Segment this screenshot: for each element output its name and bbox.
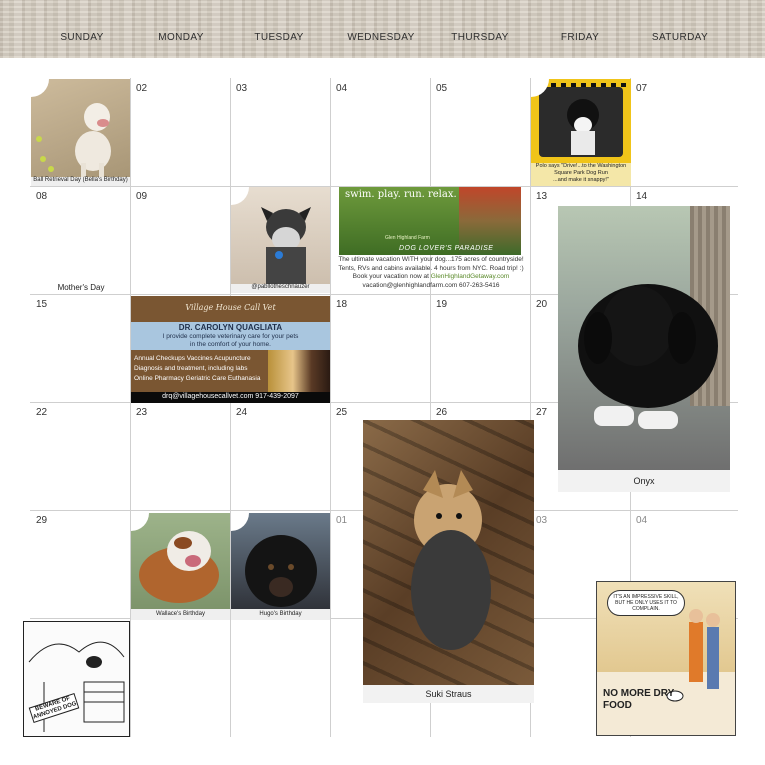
ad-vet-sub2: in the comfort of your home. xyxy=(190,341,271,348)
caption-06-line1: Polo says "Drive!...to the Washington xyxy=(535,163,627,169)
ad-farm-line4: vacation@glenhighlandfarm.com 607-263-54… xyxy=(362,281,500,289)
dog-illustration xyxy=(411,470,491,650)
header-thursday: THURSDAY xyxy=(451,32,509,43)
ad-vet-sub: I provide complete veterinary care for y… xyxy=(131,333,330,349)
caption-30: Wallace's Birthday xyxy=(131,609,230,620)
caption-onyx: Onyx xyxy=(558,470,730,492)
ad-farm-line3: Book your vacation now at GlenHighlandGe… xyxy=(331,273,531,282)
dog-illustration xyxy=(245,535,317,607)
photo-pablo xyxy=(231,187,330,284)
caption-01: Ball Retrieval Day (Bella's Birthday) xyxy=(31,177,130,186)
date-20: 20 xyxy=(536,299,548,310)
photo-onyx xyxy=(558,206,730,470)
caption-31: Hugo's Birthday xyxy=(231,609,330,620)
date-27: 27 xyxy=(536,407,548,418)
photo-bella xyxy=(31,79,130,177)
date-next-03: 03 xyxy=(536,515,548,526)
date-24: 24 xyxy=(236,407,248,418)
date-05: 05 xyxy=(436,83,448,94)
comic-caption: NO MORE DRY FOOD xyxy=(603,688,675,711)
holiday-mothers-day: Mother's Day xyxy=(57,283,105,292)
ad-vet-line2: Diagnosis and treatment, including labs xyxy=(134,365,248,372)
ad-farm-brand: Glen Highland Farm xyxy=(385,235,430,241)
ad-vet-logo: Village House Call Vet xyxy=(185,303,276,312)
header-sunday: SUNDAY xyxy=(60,32,104,43)
date-07: 07 xyxy=(636,83,648,94)
photo-wallace xyxy=(131,513,230,609)
comic-illustration xyxy=(666,609,720,702)
date-25: 25 xyxy=(336,407,348,418)
photo-polo xyxy=(531,79,631,163)
ad-farm-line1: The ultimate vacation WITH your dog...17… xyxy=(338,256,524,263)
ad-farm-line2: Tents, RVs and cabins available. 4 hours… xyxy=(338,264,524,272)
dog-illustration xyxy=(139,531,219,603)
date-04: 04 xyxy=(336,83,348,94)
ad-vet-sub1: I provide complete veterinary care for y… xyxy=(162,333,299,340)
comic-dry-food: IT'S AN IMPRESSIVE SKILL, BUT HE ONLY US… xyxy=(596,581,736,736)
date-23: 23 xyxy=(136,407,148,418)
date-18: 18 xyxy=(336,299,348,310)
caption-06: Polo says "Drive!...to the Washington Sq… xyxy=(531,163,631,186)
ad-farm-headline: swim. play. run. relax. xyxy=(345,189,457,200)
date-15: 15 xyxy=(36,299,48,310)
photo-hugo xyxy=(231,513,330,609)
date-26: 26 xyxy=(436,407,448,418)
photo-suki xyxy=(363,420,534,685)
ad-vet-name: DR. CAROLYN QUAGLIATA xyxy=(178,323,283,332)
ad-vet-contact: drq@villagehousecallvet.com 917-439-2097 xyxy=(162,393,299,400)
ad-vet-line1: Annual Checkups Vaccines Acupuncture xyxy=(134,355,251,362)
header-friday: FRIDAY xyxy=(560,32,600,43)
date-29: 29 xyxy=(36,515,48,526)
ad-vet-title-band: DR. CAROLYN QUAGLIATA I provide complete… xyxy=(131,322,330,350)
ad-farm-line3a: Book your vacation now at xyxy=(352,273,431,280)
date-next-04: 04 xyxy=(636,515,648,526)
dog-illustration xyxy=(567,99,599,155)
ad-vet-services-text: Annual Checkups Vaccines Acupuncture Dia… xyxy=(134,354,260,384)
date-13: 13 xyxy=(536,191,548,202)
caption-06-line3: ...and make it snappy!" xyxy=(553,177,609,183)
ad-vet-services: Annual Checkups Vaccines Acupuncture Dia… xyxy=(131,350,330,392)
date-08: 08 xyxy=(36,191,48,202)
ad-farm-text: The ultimate vacation WITH your dog...17… xyxy=(331,256,531,290)
ad-farm-tagline: DOG LOVER'S PARADISE xyxy=(399,245,494,252)
date-03: 03 xyxy=(236,83,248,94)
caption-10: @pabllotheschnauzer xyxy=(231,284,330,293)
weekday-header xyxy=(0,0,765,58)
date-19: 19 xyxy=(436,299,448,310)
date-22: 22 xyxy=(36,407,48,418)
header-tuesday: TUESDAY xyxy=(254,32,304,43)
header-saturday: SATURDAY xyxy=(651,32,709,43)
date-02: 02 xyxy=(136,83,148,94)
ad-farm-url-link[interactable]: GlenHighlandGetaway.com xyxy=(431,273,510,280)
header-monday: MONDAY xyxy=(158,32,204,43)
date-next-01: 01 xyxy=(336,515,348,526)
ad-vet-line3: Online Pharmacy Geriatric Care Euthanasi… xyxy=(134,375,261,382)
date-09: 09 xyxy=(136,191,148,202)
header-wednesday: WEDNESDAY xyxy=(347,32,415,43)
dog-illustration xyxy=(36,103,111,177)
ad-farm-image: swim. play. run. relax. DOG LOVER'S PARA… xyxy=(339,187,521,255)
dog-illustration xyxy=(578,284,718,429)
caption-suki: Suki Straus xyxy=(363,685,534,703)
dog-illustration xyxy=(261,207,311,284)
ad-vet-logo-band: Village House Call Vet xyxy=(131,296,330,322)
caption-06-line2: Square Park Dog Run xyxy=(554,170,608,176)
date-14: 14 xyxy=(636,191,648,202)
ad-vet-contact-bar: drq@villagehousecallvet.com 917-439-2097 xyxy=(131,392,330,403)
cartoon-annoyed-dog: BEWARE OF ANNOYED DOG xyxy=(23,621,130,737)
